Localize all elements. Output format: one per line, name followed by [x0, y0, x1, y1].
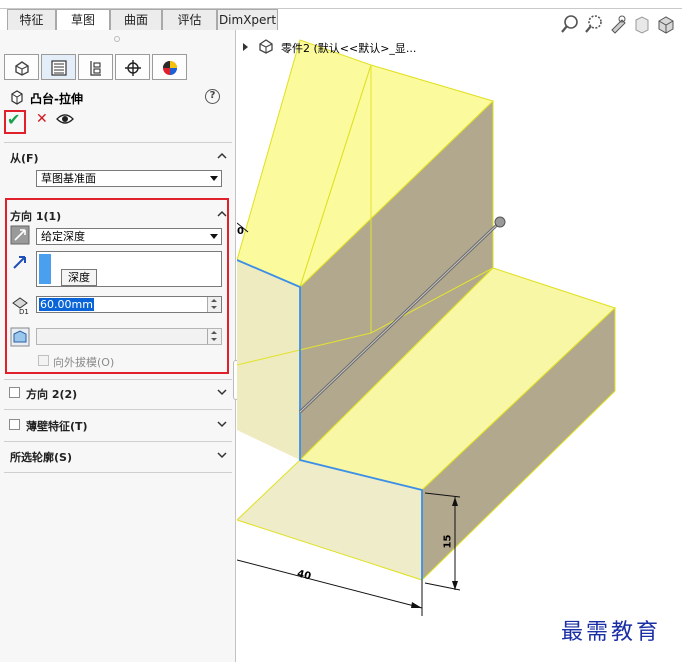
- draft-outward-checkbox[interactable]: [38, 355, 49, 366]
- chevron-down-icon: [210, 176, 218, 181]
- watermark-text: 最需教育: [561, 620, 662, 645]
- draft-outward-label: 向外拔模(O): [53, 356, 115, 369]
- part-icon: [259, 39, 273, 54]
- draft-angle-spinner[interactable]: [207, 329, 221, 344]
- direction2-checkbox[interactable]: [9, 387, 20, 398]
- thin-feature-group-label: 薄壁特征(T): [26, 420, 88, 433]
- heads-up-toolbar: [560, 14, 680, 34]
- divider: [4, 441, 232, 442]
- panel-grip-icon[interactable]: [114, 36, 120, 42]
- zoom-to-area-icon[interactable]: [584, 14, 604, 34]
- chevron-up-icon[interactable]: [217, 209, 227, 219]
- arrowhead: [411, 602, 422, 608]
- part-name: 零件2 (默认<<默认>_显...: [281, 42, 417, 55]
- property-manager-icon[interactable]: [41, 54, 76, 80]
- svg-text:D1: D1: [19, 308, 29, 315]
- configuration-manager-icon[interactable]: [78, 54, 113, 80]
- tab-features[interactable]: 特征: [7, 9, 56, 30]
- from-group-label: 从(F): [10, 152, 39, 165]
- property-manager-panel: 凸台-拉伸 ? ✔ ✕ 从(F) 草图基准面 方向 1(1) 给定深度 深度 D…: [0, 30, 236, 662]
- tab-sketch[interactable]: 草图: [56, 9, 110, 31]
- depth-value: 60.00mm: [39, 298, 94, 311]
- from-select-value: 草图基准面: [41, 172, 96, 185]
- section-view-icon[interactable]: [632, 14, 652, 34]
- draft-icon[interactable]: [10, 327, 30, 347]
- divider: [4, 409, 232, 410]
- divider: [4, 142, 232, 143]
- tab-dimxpert[interactable]: DimXpert: [217, 9, 278, 30]
- model-drawing: [236, 39, 616, 616]
- preview-eye-icon[interactable]: [56, 113, 74, 125]
- tab-surfaces[interactable]: 曲面: [110, 9, 162, 30]
- depth-input[interactable]: 60.00mm: [36, 296, 222, 313]
- boss-extrude-icon: [11, 90, 23, 105]
- draft-angle-input[interactable]: [36, 328, 222, 345]
- ok-cancel-row: ✔ ✕: [4, 110, 124, 134]
- cancel-button[interactable]: ✕: [36, 111, 48, 127]
- previous-view-icon[interactable]: [608, 14, 628, 34]
- end-condition-value: 给定深度: [41, 230, 85, 243]
- zoom-to-fit-icon[interactable]: [560, 14, 580, 34]
- end-condition-select[interactable]: 给定深度: [36, 228, 222, 245]
- chevron-down-icon[interactable]: [217, 419, 227, 429]
- tab-evaluate[interactable]: 评估: [162, 9, 217, 30]
- from-select[interactable]: 草图基准面: [36, 170, 222, 187]
- divider: [4, 379, 232, 380]
- chevron-down-icon[interactable]: [217, 387, 227, 397]
- chevron-down-icon: [210, 234, 218, 239]
- chevron-up-icon[interactable]: [217, 151, 227, 161]
- app-window: 特征 草图 曲面 评估 DimXpert 凸台-拉伸 ? ✔ ✕ 从(F) 草图…: [0, 0, 682, 662]
- partial-dimension[interactable]: 0: [237, 226, 244, 237]
- depth-spinner[interactable]: [207, 297, 221, 312]
- direction-vector-icon: [13, 256, 26, 269]
- reverse-direction-icon[interactable]: [10, 225, 30, 245]
- divider: [4, 472, 232, 473]
- selection-indicator: [39, 254, 51, 284]
- direction2-group-label: 方向 2(2): [26, 388, 78, 401]
- expand-arrow-icon[interactable]: [243, 43, 248, 51]
- title-divider: [0, 0, 682, 9]
- height-dimension[interactable]: 15: [442, 535, 453, 549]
- thin-feature-checkbox[interactable]: [9, 419, 20, 430]
- arrow-drag-handle[interactable]: [494, 216, 506, 228]
- chevron-down-icon[interactable]: [217, 450, 227, 460]
- depth-d1-icon: D1: [12, 297, 29, 315]
- direction1-group-label: 方向 1(1): [10, 210, 62, 223]
- view-orientation-icon[interactable]: [656, 14, 676, 34]
- feature-title-row: 凸台-拉伸 ?: [10, 88, 228, 108]
- depth-tooltip: 深度: [61, 269, 97, 286]
- help-icon[interactable]: ?: [205, 89, 220, 104]
- appearance-icon[interactable]: [152, 54, 187, 80]
- feature-title: 凸台-拉伸: [30, 92, 83, 106]
- left-face: [237, 260, 300, 460]
- selected-contours-group-label: 所选轮廓(S): [10, 451, 72, 464]
- ok-button[interactable]: ✔: [7, 110, 20, 129]
- dimxpert-manager-icon[interactable]: [115, 54, 150, 80]
- feature-manager-icon[interactable]: [4, 54, 39, 80]
- graphics-viewport[interactable]: 40 15 0: [236, 30, 682, 662]
